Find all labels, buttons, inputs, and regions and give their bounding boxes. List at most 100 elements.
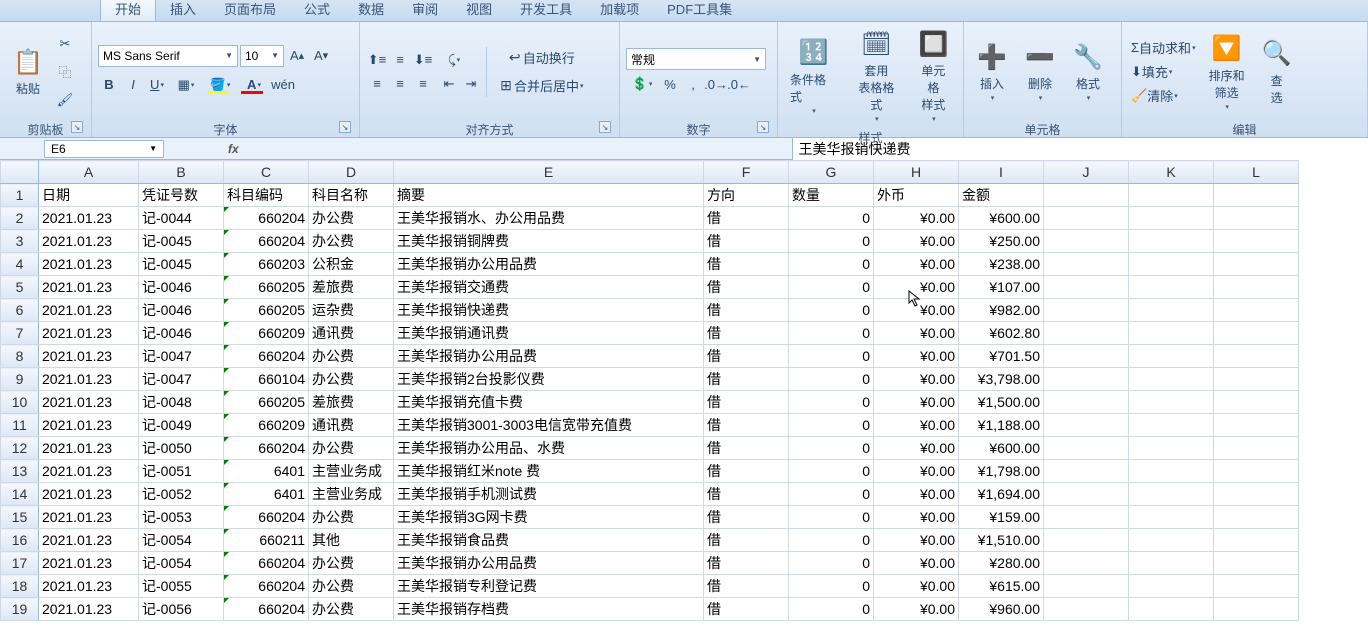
cell[interactable]: 借 (704, 598, 789, 621)
cell[interactable]: 2021.01.23 (39, 414, 139, 437)
underline-button[interactable]: U▾ (146, 74, 168, 96)
tab-0[interactable]: 开始 (100, 0, 156, 21)
cell[interactable]: 0 (789, 345, 874, 368)
cell[interactable]: 6401 (224, 460, 309, 483)
row-header-16[interactable]: 16 (1, 529, 39, 552)
cell[interactable]: 借 (704, 322, 789, 345)
row-header-19[interactable]: 19 (1, 598, 39, 621)
cell[interactable]: 0 (789, 253, 874, 276)
cell[interactable]: ¥602.80 (959, 322, 1044, 345)
cell[interactable]: 2021.01.23 (39, 368, 139, 391)
row-header-5[interactable]: 5 (1, 276, 39, 299)
cell[interactable]: 660203 (224, 253, 309, 276)
cell[interactable]: 王美华报销3G网卡费 (394, 506, 704, 529)
cell[interactable]: 记-0047 (139, 368, 224, 391)
cell[interactable]: 记-0046 (139, 322, 224, 345)
cell[interactable]: 0 (789, 506, 874, 529)
delete-cells-button[interactable]: ➖删除▾ (1018, 39, 1062, 104)
row-header-2[interactable]: 2 (1, 207, 39, 230)
cell[interactable]: 办公费 (309, 345, 394, 368)
align-left-button[interactable]: ≡ (366, 73, 388, 95)
col-header-F[interactable]: F (704, 161, 789, 184)
align-middle-button[interactable]: ≡ (389, 49, 411, 71)
bold-button[interactable]: B (98, 74, 120, 96)
cell[interactable]: 2021.01.23 (39, 253, 139, 276)
tab-7[interactable]: 开发工具 (506, 0, 586, 21)
cell[interactable]: 2021.01.23 (39, 230, 139, 253)
tab-6[interactable]: 视图 (452, 0, 506, 21)
row-header-4[interactable]: 4 (1, 253, 39, 276)
cell[interactable]: ¥0.00 (874, 345, 959, 368)
cell[interactable]: ¥1,798.00 (959, 460, 1044, 483)
format-painter-button[interactable]: 🖌 (54, 89, 76, 111)
expand-icon[interactable]: ↘ (599, 121, 611, 133)
col-header-B[interactable]: B (139, 161, 224, 184)
cell[interactable]: ¥0.00 (874, 391, 959, 414)
cell[interactable]: ¥107.00 (959, 276, 1044, 299)
header-cell[interactable]: 摘要 (394, 184, 704, 207)
cell[interactable]: 其他 (309, 529, 394, 552)
tab-5[interactable]: 审阅 (398, 0, 452, 21)
cell[interactable]: 王美华报销水、办公用品费 (394, 207, 704, 230)
cell[interactable]: 主营业务成 (309, 483, 394, 506)
cell[interactable]: 2021.01.23 (39, 207, 139, 230)
cut-button[interactable]: ✂ (54, 33, 76, 55)
cell[interactable]: 王美华报销办公用品费 (394, 552, 704, 575)
cell[interactable]: ¥0.00 (874, 414, 959, 437)
cell[interactable]: 2021.01.23 (39, 483, 139, 506)
col-header-E[interactable]: E (394, 161, 704, 184)
cell[interactable]: 王美华报销铜牌费 (394, 230, 704, 253)
col-header-A[interactable]: A (39, 161, 139, 184)
row-header-3[interactable]: 3 (1, 230, 39, 253)
row-header-14[interactable]: 14 (1, 483, 39, 506)
cell-styles-button[interactable]: 🔲单元格 样式▾ (910, 26, 957, 125)
fill-button[interactable]: ⬇ 填充▾ (1128, 61, 1199, 83)
cell[interactable]: 2021.01.23 (39, 437, 139, 460)
cell[interactable]: ¥159.00 (959, 506, 1044, 529)
cell[interactable]: ¥0.00 (874, 276, 959, 299)
col-header-C[interactable]: C (224, 161, 309, 184)
cell[interactable]: 借 (704, 529, 789, 552)
cell[interactable]: ¥0.00 (874, 437, 959, 460)
cell[interactable]: 2021.01.23 (39, 575, 139, 598)
cell[interactable]: 0 (789, 207, 874, 230)
row-header-9[interactable]: 9 (1, 368, 39, 391)
align-top-button[interactable]: ⬆≡ (366, 49, 388, 71)
increase-decimal-button[interactable]: .0→ (705, 73, 727, 95)
cell[interactable]: 王美华报销专利登记费 (394, 575, 704, 598)
cell[interactable]: 记-0056 (139, 598, 224, 621)
cell[interactable]: 通讯费 (309, 414, 394, 437)
increase-font-button[interactable]: A▴ (286, 45, 308, 67)
header-cell[interactable]: 外币 (874, 184, 959, 207)
cell[interactable]: 办公费 (309, 506, 394, 529)
cell[interactable]: 660204 (224, 506, 309, 529)
font-name-combo[interactable]: MS Sans Serif▼ (98, 45, 238, 67)
cell[interactable]: 记-0048 (139, 391, 224, 414)
cell[interactable]: 记-0055 (139, 575, 224, 598)
cell[interactable]: 借 (704, 276, 789, 299)
row-header-10[interactable]: 10 (1, 391, 39, 414)
fx-icon[interactable]: fx (228, 142, 239, 156)
spreadsheet-grid[interactable]: ABCDEFGHIJKL1日期凭证号数科目编码科目名称摘要方向数量外币金额220… (0, 160, 1368, 626)
cell[interactable]: ¥280.00 (959, 552, 1044, 575)
cell[interactable]: 660204 (224, 552, 309, 575)
cell[interactable]: ¥0.00 (874, 253, 959, 276)
tab-3[interactable]: 公式 (290, 0, 344, 21)
cell[interactable]: 2021.01.23 (39, 552, 139, 575)
cell[interactable]: 0 (789, 483, 874, 506)
cell[interactable]: 0 (789, 414, 874, 437)
cell[interactable]: 王美华报销交通费 (394, 276, 704, 299)
cell[interactable]: 办公费 (309, 207, 394, 230)
cell[interactable]: 2021.01.23 (39, 276, 139, 299)
select-all-corner[interactable] (1, 161, 39, 184)
border-button[interactable]: ▦▾ (170, 74, 202, 96)
cell[interactable]: 借 (704, 253, 789, 276)
cell[interactable]: 2021.01.23 (39, 299, 139, 322)
font-color-button[interactable]: A▾ (238, 74, 270, 96)
row-header-11[interactable]: 11 (1, 414, 39, 437)
cell[interactable]: 借 (704, 575, 789, 598)
cell[interactable]: ¥0.00 (874, 506, 959, 529)
cell[interactable]: 借 (704, 414, 789, 437)
cell[interactable]: ¥1,694.00 (959, 483, 1044, 506)
cell[interactable]: 王美华报销办公用品费 (394, 345, 704, 368)
